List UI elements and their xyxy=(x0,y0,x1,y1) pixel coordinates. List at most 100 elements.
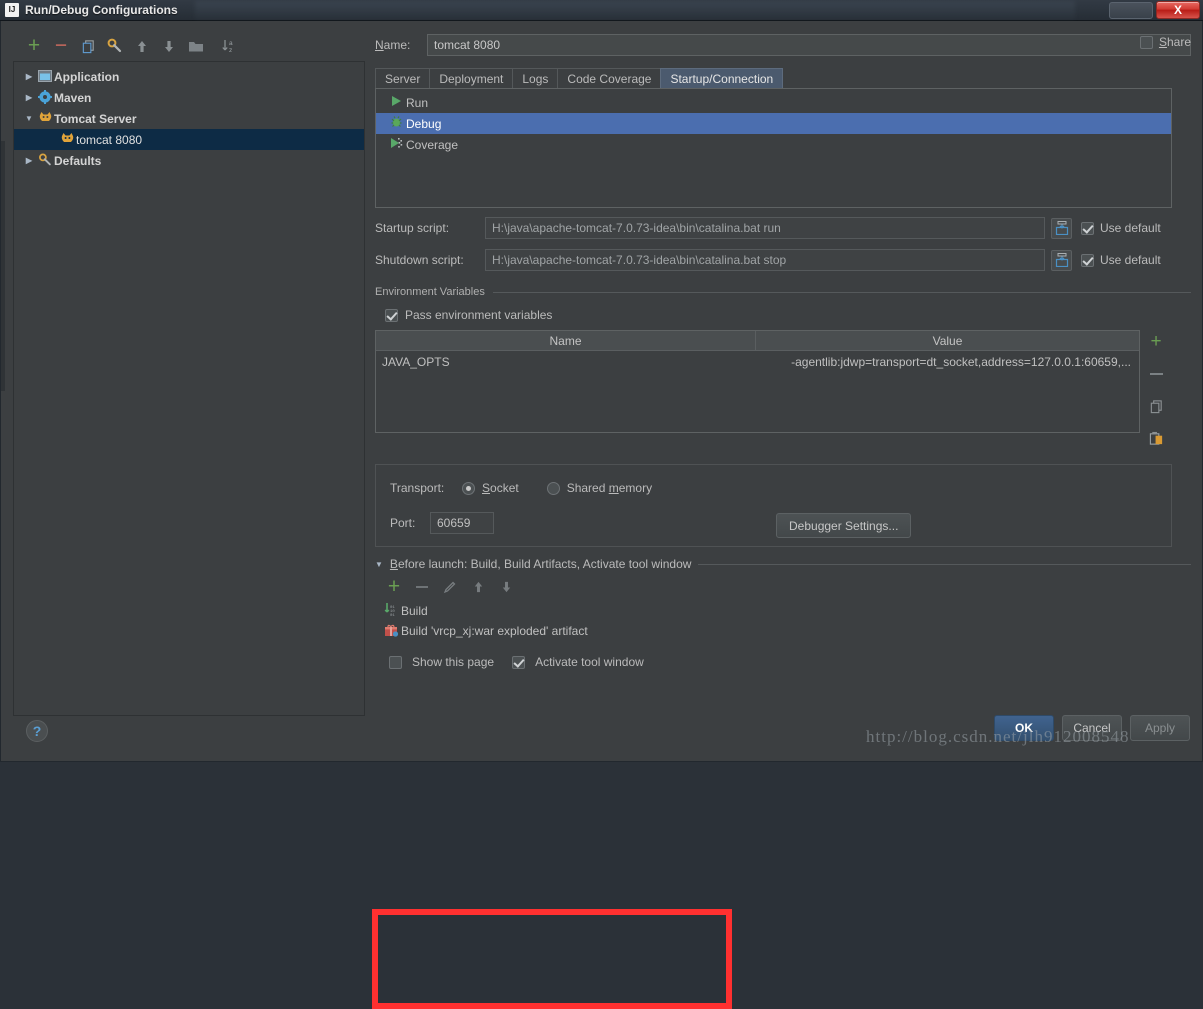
list-item[interactable]: 01 10 01 Build xyxy=(375,601,1191,621)
chevron-right-icon[interactable]: ▶ xyxy=(22,156,36,165)
tomcat-cat-icon xyxy=(58,132,76,147)
before-launch-edit-button[interactable] xyxy=(439,576,461,598)
startup-script-input[interactable]: H:\java\apache-tomcat-7.0.73-idea\bin\ca… xyxy=(485,217,1045,239)
tab-server[interactable]: Server xyxy=(375,68,431,89)
tab-code-coverage[interactable]: Code Coverage xyxy=(557,68,662,89)
name-label: Name: xyxy=(375,38,411,52)
application-icon xyxy=(36,69,54,84)
left-edge-strip xyxy=(1,141,5,391)
configurations-left-panel: + − a z ▶ Application ▶ Maven ▼ Tomcat S… xyxy=(13,33,365,716)
artifact-icon xyxy=(381,623,401,640)
environment-variables-side-toolbar: + xyxy=(1140,330,1172,448)
chevron-down-icon[interactable]: ▼ xyxy=(22,114,36,123)
tree-item-maven[interactable]: ▶ Maven xyxy=(14,87,364,108)
titlebar-background-blur xyxy=(195,1,1075,20)
insert-default-icon xyxy=(1055,221,1068,235)
launch-mode-list[interactable]: Run Debug Coverage xyxy=(375,88,1172,208)
show-this-page-checkbox[interactable] xyxy=(389,655,402,669)
chevron-down-icon[interactable]: ▼ xyxy=(375,560,383,569)
port-label: Port: xyxy=(390,516,416,530)
env-add-button[interactable]: + xyxy=(1145,332,1167,352)
tab-startup-connection[interactable]: Startup/Connection xyxy=(660,68,784,89)
startup-use-default-checkbox[interactable]: Use default xyxy=(1081,221,1161,235)
before-launch-add-button[interactable]: + xyxy=(383,576,405,598)
configuration-tabs[interactable]: Server Deployment Logs Code Coverage Sta… xyxy=(375,67,784,89)
tree-item-label: Defaults xyxy=(54,153,102,168)
remove-configuration-button[interactable]: − xyxy=(50,35,72,57)
env-copy-button[interactable] xyxy=(1145,396,1167,416)
tomcat-cat-icon xyxy=(36,111,54,126)
tab-deployment[interactable]: Deployment xyxy=(429,68,514,89)
list-item[interactable]: Build 'vrcp_xj:war exploded' artifact xyxy=(375,621,1191,641)
chevron-right-icon[interactable]: ▶ xyxy=(22,93,36,102)
group-divider xyxy=(698,563,1191,565)
build-icon: 01 10 01 xyxy=(381,603,401,619)
before-launch-move-down-button[interactable] xyxy=(495,576,517,598)
startup-connection-panel: Run Debug Coverage Startup script: H:\ja… xyxy=(372,88,1191,1009)
before-launch-toolbar: + xyxy=(375,575,1191,599)
add-configuration-button[interactable]: + xyxy=(23,35,45,57)
pass-environment-variables-checkbox[interactable]: Pass environment variables xyxy=(375,308,1191,322)
tab-logs[interactable]: Logs xyxy=(512,68,559,89)
startup-use-default-box[interactable] xyxy=(1081,221,1094,235)
transport-socket-radio[interactable] xyxy=(462,481,475,495)
edit-defaults-button[interactable] xyxy=(104,35,126,57)
launch-mode-coverage[interactable]: Coverage xyxy=(376,134,1171,155)
port-input[interactable]: 60659 xyxy=(430,512,494,534)
activate-tool-window-label: Activate tool window xyxy=(535,655,644,669)
name-input[interactable] xyxy=(427,34,1191,56)
help-button[interactable]: ? xyxy=(26,720,48,742)
environment-variables-table[interactable]: Name Value JAVA_OPTS -agentlib:jdwp=tran… xyxy=(375,330,1140,433)
shutdown-script-row: Shutdown script: H:\java\apache-tomcat-7… xyxy=(375,248,1191,272)
transport-shared-memory-radio[interactable] xyxy=(546,481,560,495)
shutdown-use-default-checkbox[interactable]: Use default xyxy=(1081,253,1161,267)
startup-script-label: Startup script: xyxy=(375,221,450,235)
tree-item-application[interactable]: ▶ Application xyxy=(14,66,364,87)
pass-env-box[interactable] xyxy=(385,308,398,322)
window-restore-button[interactable] xyxy=(1109,2,1153,19)
startup-script-default-button[interactable] xyxy=(1051,217,1072,239)
before-launch-move-up-button[interactable] xyxy=(467,576,489,598)
before-launch-title[interactable]: ▼ Before launch: Build, Build Artifacts,… xyxy=(375,557,1191,571)
configurations-tree[interactable]: ▶ Application ▶ Maven ▼ Tomcat Server to… xyxy=(13,61,365,716)
share-checkbox[interactable]: Share xyxy=(1139,35,1191,49)
arrow-up-icon xyxy=(138,40,146,52)
env-paste-button[interactable] xyxy=(1145,428,1167,448)
watermark-text: http://blog.csdn.net/jlh912008548 xyxy=(866,727,1130,746)
tree-item-tomcat-server[interactable]: ▼ Tomcat Server xyxy=(14,108,364,129)
column-header-value: Value xyxy=(932,333,963,348)
table-header-row: Name Value xyxy=(376,331,1139,351)
activate-tool-window-checkbox[interactable] xyxy=(512,655,526,669)
env-remove-button[interactable] xyxy=(1145,364,1167,384)
shutdown-script-input[interactable]: H:\java\apache-tomcat-7.0.73-idea\bin\ca… xyxy=(485,249,1045,271)
wrench-icon xyxy=(36,153,54,169)
table-row[interactable]: JAVA_OPTS -agentlib:jdwp=transport=dt_so… xyxy=(376,351,1139,372)
configuration-editor-panel: Name: Share Server Deployment Logs Code … xyxy=(372,33,1191,1009)
before-launch-list[interactable]: 01 10 01 Build Build 'vrcp_xj:war explod… xyxy=(375,601,1191,641)
close-icon[interactable]: X xyxy=(1156,1,1200,19)
launch-mode-run[interactable]: Run xyxy=(376,92,1171,113)
tree-item-label: Application xyxy=(54,69,120,84)
copy-configuration-button[interactable] xyxy=(77,35,99,57)
shutdown-use-default-box[interactable] xyxy=(1081,253,1094,267)
svg-text:z: z xyxy=(229,47,232,54)
tree-item-tomcat-8080[interactable]: tomcat 8080 xyxy=(14,129,364,150)
list-item-label: Build xyxy=(401,604,428,618)
shutdown-script-default-button[interactable] xyxy=(1051,249,1072,271)
sort-configurations-button[interactable]: a z xyxy=(218,35,240,57)
tree-item-defaults[interactable]: ▶ Defaults xyxy=(14,150,364,171)
before-launch-remove-button[interactable] xyxy=(411,576,433,598)
create-folder-button[interactable] xyxy=(185,35,207,57)
share-checkbox-box[interactable] xyxy=(1139,35,1153,49)
chevron-right-icon[interactable]: ▶ xyxy=(22,72,36,81)
arrow-down-icon xyxy=(502,581,510,593)
move-down-button[interactable] xyxy=(158,35,180,57)
launch-mode-debug[interactable]: Debug xyxy=(376,113,1171,134)
launch-mode-label: Debug xyxy=(406,116,442,131)
debugger-settings-button[interactable]: Debugger Settings... xyxy=(776,513,912,538)
move-up-button[interactable] xyxy=(131,35,153,57)
apply-button[interactable]: Apply xyxy=(1130,715,1190,741)
paste-icon xyxy=(1149,431,1162,445)
column-header-name: Name xyxy=(376,331,756,350)
startup-use-default-label: Use default xyxy=(1100,221,1161,235)
